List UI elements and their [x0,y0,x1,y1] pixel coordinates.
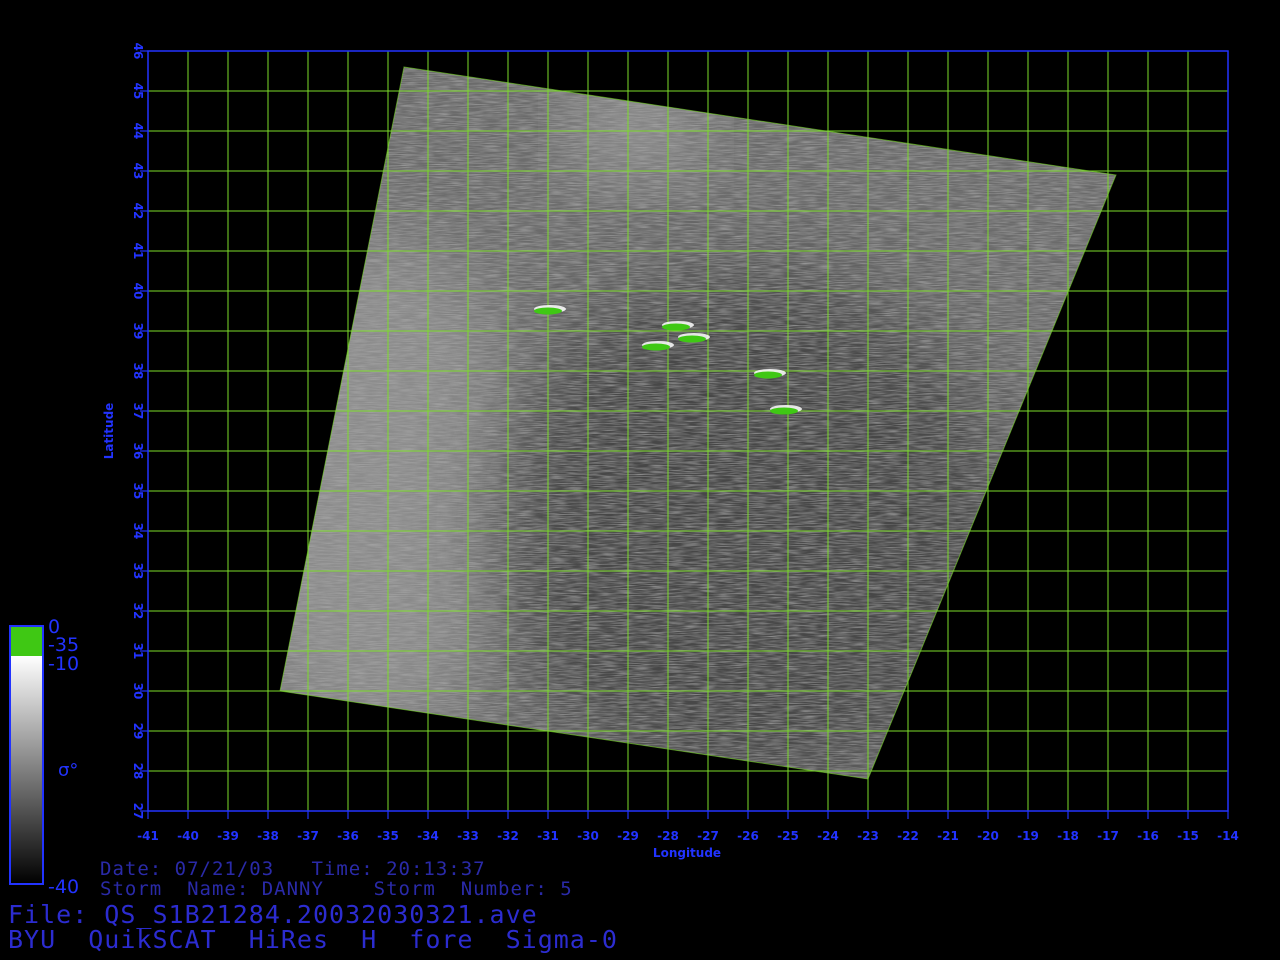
x-tick-label: -14 [1217,829,1239,843]
x-tick-label: -37 [297,829,319,843]
y-tick-label: 31 [131,643,145,660]
y-tick-label: 46 [131,43,145,60]
x-tick-label: -21 [937,829,959,843]
x-tick-label: -15 [1177,829,1199,843]
sigma0-map: -41 -40 -39 -38 -37 -36 -35 -34 -33 -32 -31 -30 -29 -… [9,43,1239,885]
x-tick-label: -17 [1097,829,1119,843]
y-tick-label: 33 [131,563,145,580]
y-tick-label: 44 [131,123,145,140]
y-tick-label: 39 [131,323,145,340]
x-tick-label: -18 [1057,829,1079,843]
x-tick-label: -34 [417,829,439,843]
bright-target [642,343,670,351]
x-tick-label: -30 [577,829,599,843]
y-axis-title: Latitude [102,403,116,460]
bright-target [754,371,782,379]
y-tick-label: 34 [131,523,145,540]
x-tick-label: -25 [777,829,799,843]
y-tick-label: 38 [131,363,145,380]
y-tick-label: 36 [131,443,145,460]
x-tick-label: -24 [817,829,839,843]
y-tick-label: 45 [131,83,145,100]
colorbar [9,625,44,885]
x-tick-label: -16 [1137,829,1159,843]
x-tick-label: -28 [657,829,679,843]
colorbar-label-white-top: -10 [48,653,80,675]
y-tick-label: 42 [131,203,145,220]
x-tick-label: -39 [217,829,239,843]
x-tick-label: -23 [857,829,879,843]
colorbar-symbol: σ° [58,760,79,781]
y-tick-label: 35 [131,483,145,500]
x-tick-label: -31 [537,829,559,843]
y-tick-label: 43 [131,163,145,180]
colorbar-green [10,626,43,656]
y-tick-label: 41 [131,243,145,260]
y-tick-label: 40 [131,283,145,300]
latitude-ticks: 27 28 29 30 31 32 33 34 35 36 37 38 39 40 41 42 43 44 45 46 [131,43,148,820]
x-tick-label: -22 [897,829,919,843]
y-tick-label: 27 [131,803,145,820]
longitude-ticks: -41 -40 -39 -38 -37 -36 -35 -34 -33 -32 -31 -30 -29 -… [137,811,1239,843]
bright-target [770,407,798,415]
swath-texture [280,67,1116,779]
x-tick-label: -36 [337,829,359,843]
bright-target [662,323,690,331]
swath-image [280,67,1116,779]
x-tick-label: -35 [377,829,399,843]
x-tick-label: -33 [457,829,479,843]
y-tick-label: 29 [131,723,145,740]
product-title-line: BYU QuikSCAT HiRes H fore Sigma-0 [8,925,618,954]
x-tick-label: -20 [977,829,999,843]
x-tick-label: -32 [497,829,519,843]
date-time-line: Date: 07/21/03 Time: 20:13:37 [100,858,486,880]
bright-target [534,307,562,315]
storm-line: Storm Name: DANNY Storm Number: 5 [100,878,573,900]
x-tick-label: -26 [737,829,759,843]
x-tick-label: -40 [177,829,199,843]
y-tick-label: 37 [131,403,145,420]
x-tick-label: -29 [617,829,639,843]
x-tick-label: -19 [1017,829,1039,843]
x-axis-title: Longitude [653,846,721,860]
y-tick-label: 30 [131,683,145,700]
x-tick-label: -41 [137,829,159,843]
colorbar-label-bottom: -40 [48,876,80,898]
y-tick-label: 28 [131,763,145,780]
bright-target [678,335,706,343]
y-tick-label: 32 [131,603,145,620]
colorbar-gray [10,656,43,884]
x-tick-label: -27 [697,829,719,843]
x-tick-label: -38 [257,829,279,843]
